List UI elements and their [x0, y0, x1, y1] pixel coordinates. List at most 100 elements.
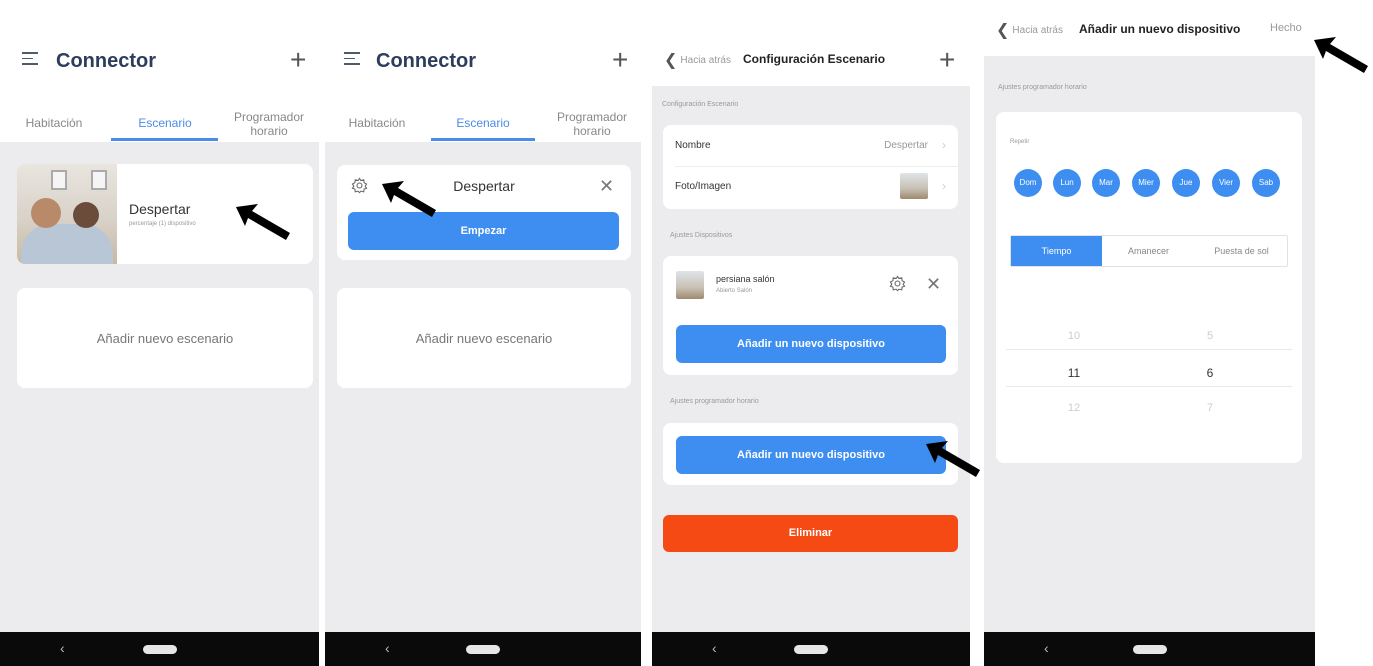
- screen-scenario-expanded: Connector + Habitación Escenario Program…: [325, 32, 641, 666]
- nav-home-button[interactable]: [794, 645, 828, 654]
- add-scene-label: Añadir nuevo escenario: [96, 331, 234, 346]
- segment-tiempo[interactable]: Tiempo: [1011, 236, 1102, 266]
- picker-minute-next[interactable]: 7: [1190, 402, 1230, 414]
- nav-back-button[interactable]: ‹: [1044, 640, 1049, 656]
- tab-escenario[interactable]: Escenario: [437, 116, 529, 130]
- close-icon[interactable]: ✕: [599, 177, 614, 195]
- add-schedule-device-button[interactable]: Añadir un nuevo dispositivo: [676, 436, 946, 474]
- app-title: Connector: [56, 50, 156, 72]
- add-device-button[interactable]: Añadir un nuevo dispositivo: [676, 325, 946, 363]
- segment-amanecer[interactable]: Amanecer: [1102, 236, 1195, 266]
- menu-icon[interactable]: [22, 52, 38, 69]
- back-button[interactable]: ❮ Hacia atrás: [996, 20, 1063, 40]
- active-tab-indicator: [111, 138, 218, 141]
- tab-habitacion[interactable]: Habitación: [14, 116, 94, 130]
- system-nav-bar: ‹: [652, 632, 970, 666]
- scene-name: Despertar: [129, 201, 191, 217]
- add-scene-card[interactable]: Añadir nuevo escenario: [337, 288, 631, 388]
- annotation-arrow-icon: [1314, 37, 1368, 73]
- done-button[interactable]: Hecho: [1270, 22, 1302, 34]
- device-room: Abierto Salón: [716, 288, 753, 294]
- day-vier[interactable]: Vier: [1212, 169, 1240, 197]
- schedule-card: Añadir un nuevo dispositivo: [663, 423, 958, 485]
- section-devices-label: Ajustes Dispositivos: [670, 232, 733, 239]
- picker-minute-selected[interactable]: 6: [1190, 366, 1230, 380]
- name-row-value[interactable]: Despertar: [884, 140, 928, 151]
- picker-hour-prev[interactable]: 10: [1054, 330, 1094, 342]
- nav-back-button[interactable]: ‹: [60, 640, 65, 656]
- divider: [675, 166, 958, 167]
- delete-button[interactable]: Eliminar: [663, 515, 958, 552]
- day-dom[interactable]: Dom: [1014, 169, 1042, 197]
- back-button[interactable]: ❮ Hacia atrás: [664, 50, 731, 70]
- section-config-label: Configuración Escenario: [662, 101, 739, 108]
- scene-thumbnail[interactable]: [900, 173, 928, 199]
- nav-back-button[interactable]: ‹: [385, 640, 390, 656]
- photo-shape: [73, 202, 99, 228]
- page-title: Añadir un nuevo dispositivo: [1079, 22, 1241, 36]
- gear-icon[interactable]: [889, 275, 906, 292]
- day-sab[interactable]: Sab: [1252, 169, 1280, 197]
- page-title: Configuración Escenario: [743, 52, 886, 66]
- add-scene-card[interactable]: Añadir nuevo escenario: [17, 288, 313, 388]
- picker-divider: [1006, 349, 1292, 350]
- scene-subtitle: percentaje (1) dispositivo: [129, 221, 196, 227]
- chevron-left-icon: ❮: [996, 22, 1010, 39]
- schedule-settings-card: Repetir Dom Lun Mar Mier Jue Vier Sab Ti…: [996, 112, 1302, 463]
- frame-decoration: [51, 170, 67, 190]
- photo-shape: [21, 224, 113, 264]
- nav-home-button[interactable]: [142, 645, 177, 654]
- nav-home-button[interactable]: [466, 645, 500, 654]
- annotation-arrow-icon: [382, 181, 436, 217]
- photo-row-label: Foto/Imagen: [675, 181, 732, 192]
- screen-scenarios-list: Connector + Habitación Escenario Program…: [0, 32, 319, 666]
- annotation-arrow-icon: [236, 204, 290, 240]
- mode-segmented-control: Tiempo Amanecer Puesta de sol: [1010, 235, 1288, 267]
- repeat-label: Repetir: [1010, 139, 1030, 145]
- close-icon[interactable]: ✕: [926, 275, 941, 293]
- nav-back-button[interactable]: ‹: [712, 640, 717, 656]
- config-card: Nombre Despertar › Foto/Imagen ›: [663, 125, 958, 209]
- back-label: Hacia atrás: [1012, 25, 1063, 36]
- system-nav-bar: ‹: [325, 632, 641, 666]
- day-mar[interactable]: Mar: [1092, 169, 1120, 197]
- add-icon[interactable]: +: [612, 44, 628, 76]
- frame-decoration: [91, 170, 107, 190]
- chevron-right-icon[interactable]: ›: [942, 138, 946, 152]
- add-icon[interactable]: +: [290, 44, 306, 76]
- day-mier[interactable]: Mier: [1132, 169, 1160, 197]
- tab-programador-horario[interactable]: Programador horario: [228, 110, 310, 138]
- day-jue[interactable]: Jue: [1172, 169, 1200, 197]
- segment-puesta-de-sol[interactable]: Puesta de sol: [1195, 236, 1288, 266]
- add-icon[interactable]: +: [939, 44, 955, 76]
- name-row-label: Nombre: [675, 140, 711, 151]
- picker-hour-next[interactable]: 12: [1054, 402, 1094, 414]
- system-nav-bar: ‹: [984, 632, 1315, 666]
- picker-hour-selected[interactable]: 11: [1054, 366, 1094, 380]
- picker-minute-prev[interactable]: 5: [1190, 330, 1230, 342]
- header: Connector + Habitación Escenario Program…: [325, 32, 641, 142]
- section-schedule-label: Ajustes programador horario: [670, 398, 759, 405]
- header: Connector + Habitación Escenario Program…: [0, 32, 319, 142]
- screen-add-schedule: ❮ Hacia atrás Añadir un nuevo dispositivo…: [984, 8, 1315, 666]
- system-nav-bar: ‹: [0, 632, 319, 666]
- screen-scenario-config: ❮ Hacia atrás Configuración Escenario + C…: [652, 32, 970, 666]
- tab-programador-horario[interactable]: Programador horario: [551, 110, 633, 138]
- active-tab-indicator: [431, 138, 535, 141]
- nav-home-button[interactable]: [1132, 645, 1167, 654]
- add-scene-label: Añadir nuevo escenario: [415, 331, 553, 346]
- tab-escenario[interactable]: Escenario: [120, 116, 210, 130]
- devices-card: persiana salón Abierto Salón ✕ Añadir un…: [663, 256, 958, 375]
- app-title: Connector: [376, 50, 476, 72]
- picker-divider: [1006, 386, 1292, 387]
- chevron-left-icon: ❮: [664, 52, 678, 69]
- annotation-arrow-icon: [926, 441, 980, 477]
- header: ❮ Hacia atrás Añadir un nuevo dispositivo…: [984, 8, 1315, 56]
- chevron-right-icon[interactable]: ›: [942, 179, 946, 193]
- tab-habitacion[interactable]: Habitación: [339, 116, 415, 130]
- device-thumbnail: [676, 271, 704, 299]
- back-label: Hacia atrás: [680, 55, 731, 66]
- day-lun[interactable]: Lun: [1053, 169, 1081, 197]
- photo-shape: [31, 198, 61, 228]
- menu-icon[interactable]: [344, 52, 360, 69]
